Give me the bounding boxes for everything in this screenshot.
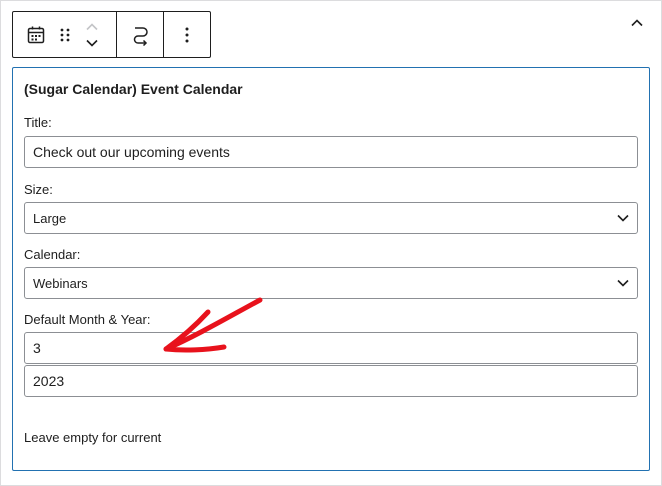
calendar-select-value: Webinars (33, 275, 88, 291)
calendar-icon[interactable] (26, 23, 46, 47)
size-select[interactable]: Large (24, 202, 638, 234)
event-calendar-block: (Sugar Calendar) Event Calendar Title: C… (12, 67, 650, 471)
month-input-value: 3 (33, 340, 41, 356)
size-select-value: Large (33, 210, 67, 226)
toolbar-group-options (164, 12, 210, 57)
block-title: (Sugar Calendar) Event Calendar (24, 81, 243, 97)
annotation-arrow-icon (163, 297, 263, 353)
calendar-label: Calendar: (24, 247, 81, 262)
collapse-chevron-up-icon[interactable] (626, 12, 648, 34)
toolbar-group-transform (117, 12, 164, 57)
chevron-down-icon (617, 279, 629, 287)
year-input-value: 2023 (33, 373, 65, 389)
title-input[interactable]: Check out our upcoming events (24, 136, 638, 168)
month-input[interactable]: 3 (24, 332, 638, 364)
more-vertical-icon[interactable] (184, 26, 190, 44)
drag-handle-icon[interactable] (55, 23, 75, 47)
year-input[interactable]: 2023 (24, 365, 638, 397)
chevron-down-icon[interactable] (84, 35, 100, 51)
size-label: Size: (24, 182, 53, 197)
title-input-value: Check out our upcoming events (33, 144, 230, 160)
chevron-down-icon (617, 214, 629, 222)
block-toolbar (12, 11, 211, 58)
transform-icon[interactable] (130, 24, 150, 46)
chevron-up-icon[interactable] (84, 19, 100, 35)
calendar-select[interactable]: Webinars (24, 267, 638, 299)
block-mover (84, 19, 100, 51)
help-text: Leave empty for current (24, 430, 162, 445)
title-label: Title: (24, 115, 52, 130)
default-month-year-label: Default Month & Year: (24, 312, 151, 327)
toolbar-group-block (13, 12, 117, 57)
